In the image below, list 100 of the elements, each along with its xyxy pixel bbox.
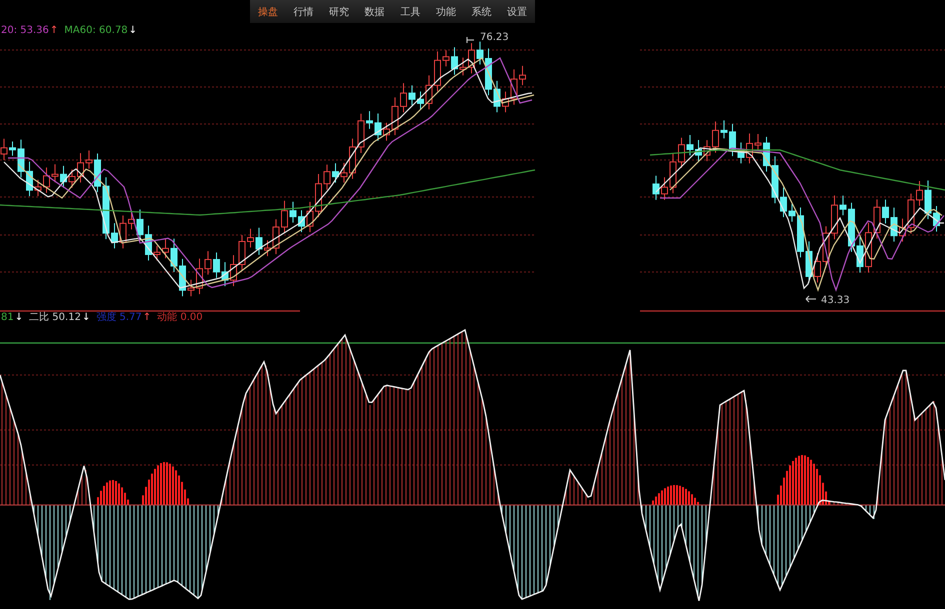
candlestick	[94, 153, 101, 193]
candlestick	[754, 134, 762, 152]
candlestick	[797, 207, 804, 258]
candlestick	[661, 176, 668, 200]
candlestick	[196, 258, 203, 295]
menu-item[interactable]: 系统	[470, 2, 493, 20]
candlestick	[729, 123, 736, 157]
candlestick	[111, 222, 118, 249]
candlestick	[188, 279, 194, 297]
menu-item[interactable]: 操盘	[256, 2, 279, 20]
menu-item[interactable]: 行情	[292, 2, 314, 20]
candlestick	[349, 138, 356, 180]
candlestick	[43, 166, 50, 194]
candlestick	[933, 205, 940, 232]
candlestick	[899, 218, 906, 242]
candlestick	[494, 80, 500, 113]
candlestick	[848, 202, 855, 252]
candlestick	[120, 215, 126, 249]
candlestick	[763, 136, 770, 172]
candlestick	[315, 174, 322, 218]
menu-item[interactable]: 功能	[434, 2, 457, 20]
candlestick	[298, 210, 305, 233]
candlestick	[806, 240, 812, 283]
candlestick	[408, 84, 416, 106]
candlestick	[890, 207, 898, 242]
menu-item[interactable]: 数据	[364, 2, 386, 20]
menu-item[interactable]: 设置	[506, 2, 528, 20]
candlestick	[170, 238, 178, 273]
candlestick	[772, 156, 778, 204]
menu-item[interactable]: 研究	[328, 2, 350, 20]
candlestick	[290, 201, 296, 224]
candlestick	[52, 164, 58, 183]
candlestick	[686, 134, 694, 156]
candlestick	[324, 164, 330, 190]
candlestick	[213, 252, 220, 278]
candlestick	[746, 133, 753, 164]
indicator-value: 二比 50.12	[29, 312, 81, 323]
candlestick	[678, 137, 685, 168]
candlestick	[695, 140, 702, 162]
candlestick	[145, 225, 152, 261]
candlestick	[264, 240, 271, 257]
candlestick	[60, 165, 67, 188]
candlestick	[468, 42, 475, 74]
candlestick	[9, 141, 16, 156]
indicator-value: 强度 5.77	[96, 312, 142, 323]
candlestick	[179, 258, 186, 297]
menu-item[interactable]: 工具	[399, 2, 422, 20]
candlestick	[340, 162, 348, 184]
candlestick	[256, 227, 262, 256]
candlestick	[924, 180, 932, 220]
candlestick	[358, 113, 364, 154]
trend-arrow: ↑	[142, 312, 152, 323]
candlestick	[400, 82, 407, 113]
candlestick	[652, 175, 660, 200]
candlestick	[882, 199, 889, 224]
leader-line	[466, 36, 474, 44]
candlestick	[426, 74, 432, 110]
candlestick	[128, 211, 135, 230]
trend-arrow: ↑	[50, 25, 58, 36]
candlestick	[822, 226, 830, 268]
candlestick	[720, 120, 728, 139]
candlestick	[86, 150, 92, 170]
candlestick	[162, 238, 169, 259]
candlestick	[451, 46, 458, 76]
candlestick	[230, 254, 237, 287]
candlestick	[392, 96, 398, 136]
candlestick	[831, 194, 838, 240]
candlestick	[281, 200, 288, 234]
candlestick	[434, 50, 441, 92]
candlestick	[204, 250, 212, 276]
candlestick	[908, 193, 914, 234]
candlestick	[704, 140, 710, 162]
price-label: 43.33	[821, 295, 850, 306]
candlestick	[272, 218, 280, 255]
candlestick	[238, 234, 246, 271]
candlestick	[865, 222, 872, 274]
candlestick	[460, 57, 466, 76]
trend-arrow: ↓	[128, 25, 138, 36]
price-label: 76.23	[480, 32, 509, 43]
candlestick	[222, 262, 228, 287]
candlestick	[77, 152, 84, 183]
candlestick	[383, 122, 390, 142]
candlestick	[788, 203, 796, 222]
candlestick	[34, 179, 42, 197]
candlestick	[874, 198, 880, 240]
candlestick	[136, 209, 144, 242]
indicator-value: 81	[1, 312, 14, 323]
candlestick	[417, 90, 424, 110]
trend-arrow: ↓	[14, 312, 24, 323]
candlestick	[814, 252, 821, 283]
trend-arrow: ↓	[82, 312, 90, 323]
candlestick	[780, 186, 787, 218]
candlestick	[916, 180, 923, 206]
candlestick	[26, 161, 33, 197]
indicator-value: 动能 0.00	[157, 312, 203, 323]
candlestick	[306, 201, 314, 233]
candlestick	[442, 50, 450, 67]
candlestick	[154, 245, 160, 261]
candlestick	[738, 142, 744, 164]
candlestick	[502, 91, 509, 113]
